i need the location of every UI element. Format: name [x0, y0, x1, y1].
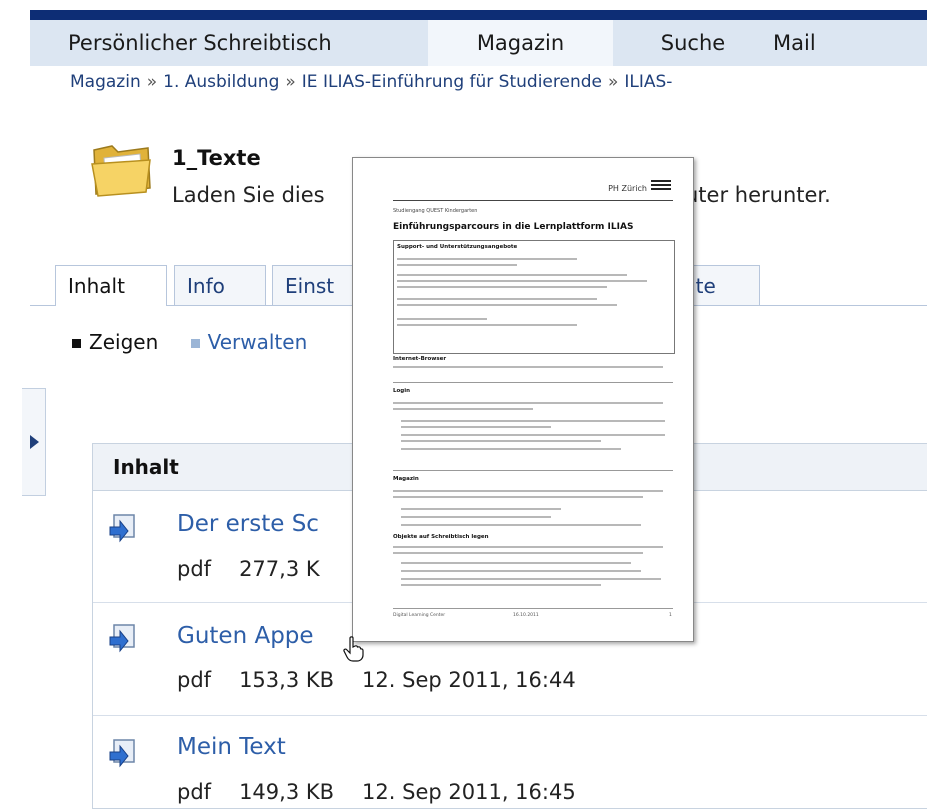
- top-bar: [30, 10, 927, 20]
- preview-footer-date: 16.10.2011: [513, 613, 539, 618]
- folder-icon: [91, 145, 151, 197]
- item-type: pdf: [177, 668, 212, 692]
- page-title: 1_Texte: [172, 146, 261, 170]
- preview-text-line: [393, 366, 663, 368]
- preview-text-line: [397, 264, 517, 266]
- preview-text-line: [401, 584, 601, 586]
- item-size: 149,3 KB: [239, 780, 335, 804]
- item-size: 277,3 K: [239, 557, 320, 581]
- preview-text-line: [401, 516, 551, 518]
- breadcrumb: Magazin» 1. Ausbildung» IE ILIAS-Einführun…: [70, 72, 927, 92]
- preview-text-line: [393, 496, 643, 498]
- preview-text-line: [401, 440, 601, 442]
- bullet-square-icon: [72, 339, 81, 348]
- preview-text-line: [393, 402, 663, 404]
- menu-item-repository[interactable]: Magazin: [428, 20, 613, 66]
- org-logo-icon: [651, 180, 671, 192]
- hand-cursor-icon: [343, 636, 364, 662]
- breadcrumb-item[interactable]: IE ILIAS-Einführung für Studierende: [302, 72, 602, 92]
- item-title-link[interactable]: Der erste Sc: [177, 511, 319, 537]
- preview-text-line: [397, 258, 577, 260]
- preview-footer-left: Digital Learning Center: [393, 613, 446, 618]
- chevron-right-icon: [30, 435, 39, 449]
- preview-text-line: [397, 286, 607, 288]
- preview-text-line: [397, 280, 647, 282]
- item-properties: pdf 149,3 KB 12. Sep 2011, 16:45: [177, 780, 604, 804]
- preview-text-line: [393, 552, 643, 554]
- subtab-show[interactable]: Zeigen: [72, 330, 158, 354]
- menu-item-personal-desktop[interactable]: Persönlicher Schreibtisch: [68, 20, 428, 66]
- file-download-icon[interactable]: [107, 513, 137, 543]
- preview-text-line: [401, 426, 551, 428]
- preview-title: Einführungsparcours in die Lernplattform…: [393, 222, 634, 232]
- subtab-manage[interactable]: Verwalten: [190, 330, 308, 354]
- tab-info[interactable]: Info: [174, 265, 266, 305]
- page-description: Laden Sie dies: [172, 183, 325, 207]
- preview-text-line: [401, 562, 631, 564]
- preview-text-line: [393, 546, 663, 548]
- item-properties: pdf 153,3 KB 12. Sep 2011, 16:44: [177, 668, 604, 692]
- preview-text-line: [393, 490, 663, 492]
- file-download-icon[interactable]: [107, 738, 137, 768]
- item-date: 12. Sep 2011, 16:45: [362, 780, 576, 804]
- page-description-tail: uter herunter.: [685, 183, 831, 207]
- preview-header-rule: [393, 200, 673, 201]
- preview-section-heading: Login: [393, 388, 411, 394]
- preview-text-line: [397, 318, 487, 320]
- preview-text-line: [401, 420, 665, 422]
- item-type: pdf: [177, 557, 212, 581]
- left-panel-toggle[interactable]: [22, 388, 46, 496]
- subtab-label: Verwalten: [207, 330, 308, 354]
- item-size: 153,3 KB: [239, 668, 335, 692]
- preview-text-line: [401, 434, 665, 436]
- main-menu: Persönlicher Schreibtisch Magazin Suche …: [30, 20, 927, 66]
- menu-item-search[interactable]: Suche: [613, 20, 773, 66]
- breadcrumb-separator: »: [285, 72, 296, 92]
- item-properties: pdf 277,3 K: [177, 557, 348, 581]
- breadcrumb-item[interactable]: Magazin: [70, 72, 141, 92]
- document-preview-tooltip: PH Zürich Studiengang QUEST Kindergarten…: [352, 157, 694, 642]
- item-date: 12. Sep 2011, 16:44: [362, 668, 576, 692]
- preview-text-line: [401, 570, 641, 572]
- preview-text-line: [397, 274, 627, 276]
- item-title-link[interactable]: Guten Appe: [177, 623, 314, 649]
- tab-content[interactable]: Inhalt: [55, 265, 167, 306]
- preview-text-line: [401, 508, 561, 510]
- file-download-icon[interactable]: [107, 623, 137, 653]
- preview-text-line: [397, 324, 577, 326]
- bullet-square-icon: [190, 339, 200, 348]
- item-title-link[interactable]: Mein Text: [177, 734, 286, 760]
- preview-footer-rule: [393, 608, 673, 609]
- preview-org: PH Zürich: [608, 184, 647, 193]
- preview-text-line: [401, 448, 621, 450]
- preview-section-heading: Internet-Browser: [393, 356, 447, 362]
- preview-footer-page: 1: [669, 613, 672, 618]
- preview-text-line: [397, 298, 597, 300]
- menu-item-mail[interactable]: Mail: [773, 20, 893, 66]
- breadcrumb-item[interactable]: 1. Ausbildung: [163, 72, 279, 92]
- preview-subtitle: Studiengang QUEST Kindergarten: [393, 208, 478, 214]
- item-type: pdf: [177, 780, 212, 804]
- preview-section-heading: Objekte auf Schreibtisch legen: [393, 534, 489, 540]
- preview-text-line: [397, 304, 617, 306]
- list-item: Mein Text pdf 149,3 KB 12. Sep 2011, 16:45: [93, 716, 927, 810]
- preview-text-line: [401, 524, 641, 526]
- subtab-label: Zeigen: [89, 330, 159, 354]
- preview-text-line: [401, 578, 661, 580]
- subtabs: Zeigen Verwalten: [72, 330, 333, 354]
- preview-divider: [393, 470, 673, 471]
- breadcrumb-separator: »: [607, 72, 619, 92]
- preview-divider: [393, 382, 673, 383]
- window-top-strip: [0, 0, 927, 10]
- breadcrumb-item[interactable]: ILIAS-: [624, 72, 672, 92]
- preview-text-line: [393, 408, 533, 410]
- breadcrumb-separator: »: [146, 72, 158, 92]
- preview-section-heading: Support- und Unterstützungsangebote: [397, 244, 518, 250]
- preview-section-heading: Magazin: [393, 476, 419, 482]
